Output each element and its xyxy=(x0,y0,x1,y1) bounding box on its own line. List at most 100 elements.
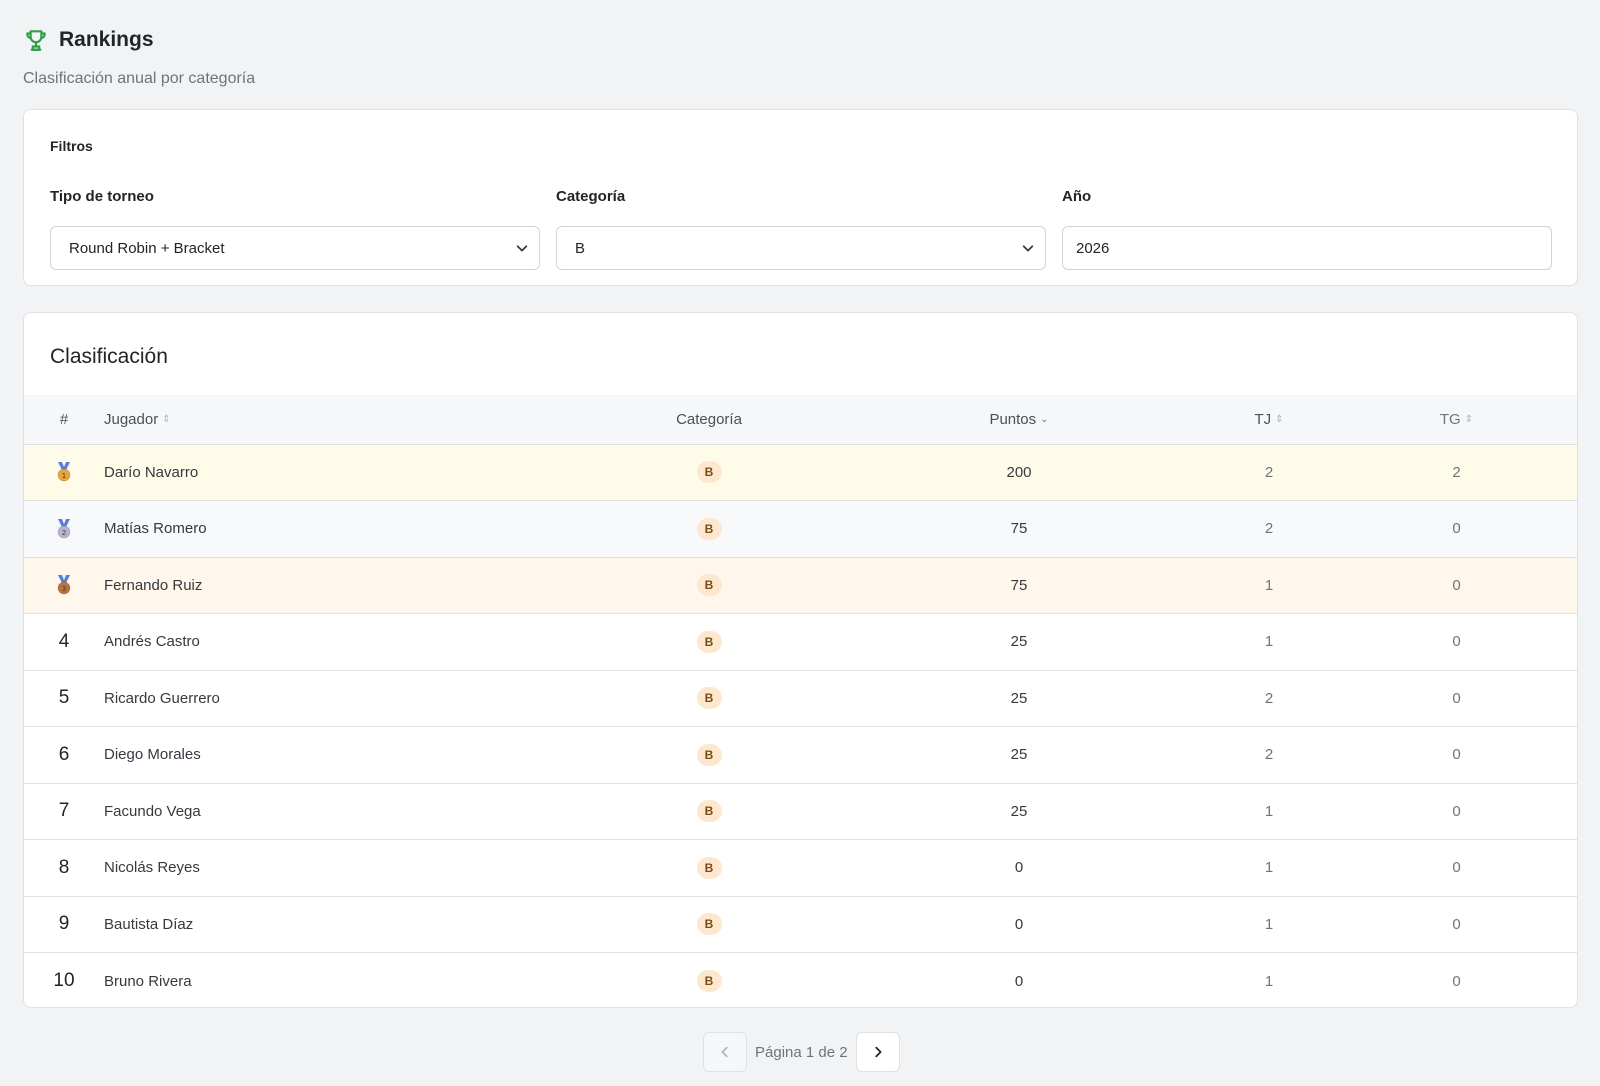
category-label: Categoría xyxy=(556,188,626,205)
page-subtitle: Clasificación anual por categoría xyxy=(23,70,256,87)
col-points-header[interactable]: Puntos ⌄ xyxy=(834,395,1204,444)
filters-card: Filtros Tipo de torneo Round Robin + Bra… xyxy=(23,109,1578,286)
tj-value: 1 xyxy=(1264,972,1274,990)
year-input[interactable]: 2026 xyxy=(1062,226,1552,270)
player-value: Andrés Castro xyxy=(104,633,200,651)
player-cell: Andrés Castro xyxy=(104,614,584,671)
player-cell: Nicolás Reyes xyxy=(104,840,584,897)
rank-cell: 10 xyxy=(24,953,104,1008)
table-row: 3 Fernando Ruiz B 75 1 0 xyxy=(24,557,1577,614)
ranking-title: Clasificación xyxy=(50,345,168,368)
chevron-right-icon xyxy=(874,1046,882,1058)
tj-cell: 2 xyxy=(1204,444,1334,501)
points-cell: 0 xyxy=(834,953,1204,1008)
rank-cell: 9 xyxy=(24,896,104,953)
sort-icon: ⇕ xyxy=(1464,414,1474,426)
rank-cell: 4 xyxy=(24,614,104,671)
player-cell: Darío Navarro xyxy=(104,444,584,501)
tg-value: 0 xyxy=(1452,972,1461,990)
player-value: Diego Morales xyxy=(104,746,201,764)
medal-icon: 1 xyxy=(57,462,71,482)
table-row: 5 Ricardo Guerrero B 25 2 0 xyxy=(24,670,1577,727)
sort-icon: ⇕ xyxy=(1275,414,1284,426)
col-tg-header[interactable]: TG ⇕ xyxy=(1334,395,1577,444)
points-value: 25 xyxy=(1010,746,1028,764)
category-cell: B xyxy=(584,557,834,614)
player-value: Darío Navarro xyxy=(104,463,199,481)
tg-value: 0 xyxy=(1452,633,1461,651)
page-indicator: Página 1 de 2 xyxy=(755,1043,848,1061)
points-value: 200 xyxy=(1006,463,1032,481)
year-label: Año xyxy=(1062,188,1092,205)
next-page-button[interactable] xyxy=(855,1032,900,1072)
rank-number: 4 xyxy=(58,630,70,652)
tg-cell: 0 xyxy=(1334,727,1577,784)
points-value: 75 xyxy=(1010,520,1028,538)
medal-icon: 2 xyxy=(57,518,71,539)
tg-cell: 2 xyxy=(1334,444,1577,501)
col-category-header: Categoría xyxy=(584,395,834,444)
tg-cell: 0 xyxy=(1334,840,1577,897)
category-filter: Categoría B xyxy=(556,188,1046,270)
category-cell: B xyxy=(584,840,834,897)
rank-number: 7 xyxy=(58,800,70,822)
player-cell: Diego Morales xyxy=(104,727,584,784)
prev-page-button[interactable] xyxy=(703,1032,747,1072)
ranking-table: # Jugador ⇕ Categoría Puntos ⌄ TJ ⇕ TG ⇕ 1 Da… xyxy=(24,395,1577,1008)
rank-cell: 6 xyxy=(24,727,104,784)
tg-cell: 0 xyxy=(1334,614,1577,671)
rank-cell: 8 xyxy=(24,840,104,897)
tj-cell: 1 xyxy=(1204,783,1334,840)
tj-value: 2 xyxy=(1264,746,1274,764)
player-cell: Ricardo Guerrero xyxy=(104,670,584,727)
rank-cell: 3 xyxy=(24,557,104,614)
player-cell: Matías Romero xyxy=(104,501,584,558)
category-badge: B xyxy=(696,461,722,484)
col-rank-label: # xyxy=(59,410,69,428)
svg-text:1: 1 xyxy=(62,472,66,480)
rank-cell: 2 xyxy=(24,501,104,558)
category-cell: B xyxy=(584,444,834,501)
points-cell: 200 xyxy=(834,444,1204,501)
col-player-header[interactable]: Jugador ⇕ xyxy=(104,395,584,444)
table-row: 9 Bautista Díaz B 0 1 0 xyxy=(24,896,1577,953)
col-player-label: Jugador xyxy=(104,410,159,428)
tg-value: 0 xyxy=(1452,802,1461,820)
points-value: 25 xyxy=(1010,633,1028,651)
rank-cell: 5 xyxy=(24,670,104,727)
col-tj-header[interactable]: TJ ⇕ xyxy=(1204,395,1334,444)
tg-value: 0 xyxy=(1452,915,1461,933)
table-row: 7 Facundo Vega B 25 1 0 xyxy=(24,783,1577,840)
points-cell: 25 xyxy=(834,670,1204,727)
sort-desc-icon: ⌄ xyxy=(1040,414,1049,426)
col-tj-label: TJ xyxy=(1254,410,1272,428)
chevron-down-icon xyxy=(516,245,528,252)
player-value: Matías Romero xyxy=(104,520,207,538)
points-value: 0 xyxy=(1014,972,1024,990)
rankings-page: Rankings Clasificación anual por categor… xyxy=(0,0,1600,1086)
ranking-body: 1 Darío Navarro B 200 2 2 2 Matías Romero B 75 2 0 3… xyxy=(24,444,1577,1008)
tj-cell: 1 xyxy=(1204,614,1334,671)
tournament-type-select[interactable]: Round Robin + Bracket xyxy=(50,226,540,270)
tg-value: 0 xyxy=(1452,520,1461,538)
tg-cell: 0 xyxy=(1334,953,1577,1008)
trophy-icon xyxy=(26,30,46,51)
category-cell: B xyxy=(584,727,834,784)
points-value: 0 xyxy=(1014,915,1024,933)
year-value: 2026 xyxy=(1076,239,1110,257)
tj-value: 1 xyxy=(1264,576,1274,594)
svg-text:3: 3 xyxy=(62,585,66,593)
title-row: Rankings xyxy=(23,24,255,56)
category-cell: B xyxy=(584,670,834,727)
category-badge: B xyxy=(696,913,722,936)
sort-icon: ⇕ xyxy=(162,414,171,426)
table-row: 8 Nicolás Reyes B 0 1 0 xyxy=(24,840,1577,897)
category-select[interactable]: B xyxy=(556,226,1046,270)
category-badge: B xyxy=(696,517,722,540)
tj-cell: 2 xyxy=(1204,727,1334,784)
tj-value: 1 xyxy=(1264,802,1274,820)
player-value: Nicolás Reyes xyxy=(104,859,200,877)
category-badge: B xyxy=(696,743,722,766)
tg-value: 0 xyxy=(1452,689,1461,707)
category-badge: B xyxy=(696,574,722,597)
